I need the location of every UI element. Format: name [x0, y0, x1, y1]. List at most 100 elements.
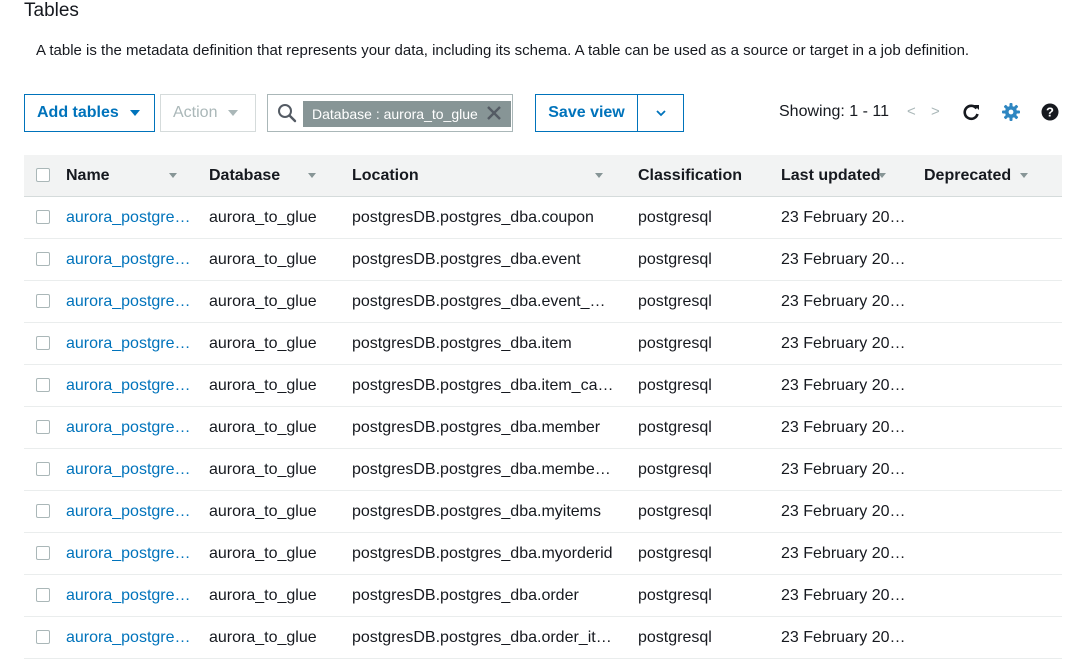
table-cell-location: postgresDB.postgres_dba.coupon: [352, 196, 638, 239]
row-checkbox[interactable]: [36, 210, 50, 225]
table-cell-location: postgresDB.postgres_dba.event: [352, 238, 638, 281]
table-cell-deprecated: [924, 448, 1062, 491]
previous-page-button[interactable]: <: [907, 103, 916, 120]
table-cell-classification: postgresql: [638, 280, 781, 323]
table-cell-classification: postgresql: [638, 322, 781, 365]
table-cell-location: postgresDB.postgres_dba.item: [352, 322, 638, 365]
add-tables-label: Add tables: [37, 104, 119, 121]
table-cell-classification: postgresql: [638, 406, 781, 449]
table-cell-deprecated: [924, 574, 1062, 617]
chevron-down-icon: [228, 110, 239, 116]
table-cell-classification: postgresql: [638, 364, 781, 407]
table-name-link[interactable]: aurora_postgre…: [66, 461, 191, 478]
table-name-link[interactable]: aurora_postgre…: [66, 545, 191, 562]
table-name-link[interactable]: aurora_postgre…: [66, 419, 191, 436]
row-checkbox[interactable]: [36, 630, 50, 645]
table-cell-location: postgresDB.postgres_dba.event_…: [352, 280, 638, 323]
tables-list: Name Database Location Classification La…: [24, 155, 1062, 659]
filter-token[interactable]: Database : aurora_to_glue: [303, 101, 511, 127]
table-cell-last-updated: 23 February 20…: [781, 616, 924, 659]
row-checkbox[interactable]: [36, 504, 50, 519]
row-checkbox[interactable]: [36, 588, 50, 603]
gear-icon[interactable]: [1001, 102, 1021, 122]
table-cell-last-updated: 23 February 20…: [781, 490, 924, 533]
save-view-button[interactable]: Save view: [535, 94, 638, 132]
help-icon[interactable]: ?: [1040, 102, 1060, 122]
table-name-link[interactable]: aurora_postgre…: [66, 293, 191, 310]
table-cell-classification: postgresql: [638, 490, 781, 533]
column-header-deprecated[interactable]: Deprecated: [924, 155, 1062, 197]
search-input[interactable]: Database : aurora_to_glue: [267, 94, 513, 132]
close-icon[interactable]: [483, 102, 505, 124]
table-cell-last-updated: 23 February 20…: [781, 532, 924, 575]
next-page-button[interactable]: >: [931, 103, 940, 120]
table-cell-database: aurora_to_glue: [209, 532, 352, 575]
table-cell-deprecated: [924, 280, 1062, 323]
table-cell-last-updated: 23 February 20…: [781, 574, 924, 617]
table-cell-last-updated: 23 February 20…: [781, 280, 924, 323]
refresh-icon[interactable]: [961, 102, 981, 122]
table-row: aurora_postgre… aurora_to_glue postgresD…: [24, 238, 1062, 281]
save-view-options-button[interactable]: [637, 94, 684, 132]
row-checkbox[interactable]: [36, 546, 50, 561]
row-checkbox[interactable]: [36, 420, 50, 435]
table-cell-last-updated: 23 February 20…: [781, 448, 924, 491]
table-cell-database: aurora_to_glue: [209, 616, 352, 659]
filter-token-label: Database : aurora_to_glue: [312, 106, 478, 122]
column-header-last-updated[interactable]: Last updated: [781, 155, 924, 197]
table-cell-database: aurora_to_glue: [209, 238, 352, 281]
table-row: aurora_postgre… aurora_to_glue postgresD…: [24, 448, 1062, 491]
table-row: aurora_postgre… aurora_to_glue postgresD…: [24, 196, 1062, 239]
table-cell-deprecated: [924, 238, 1062, 281]
action-button[interactable]: Action: [160, 94, 256, 132]
table-cell-location: postgresDB.postgres_dba.item_ca…: [352, 364, 638, 407]
column-header-database[interactable]: Database: [209, 155, 352, 197]
table-name-link[interactable]: aurora_postgre…: [66, 587, 191, 604]
table-name-link[interactable]: aurora_postgre…: [66, 335, 191, 352]
row-checkbox[interactable]: [36, 462, 50, 477]
table-cell-location: postgresDB.postgres_dba.myitems: [352, 490, 638, 533]
row-checkbox[interactable]: [36, 252, 50, 267]
chevron-down-icon: [655, 110, 666, 117]
column-header-location[interactable]: Location: [352, 155, 638, 197]
save-view-label: Save view: [548, 104, 625, 121]
table-cell-deprecated: [924, 532, 1062, 575]
table-name-link[interactable]: aurora_postgre…: [66, 251, 191, 268]
table-name-link[interactable]: aurora_postgre…: [66, 503, 191, 520]
row-checkbox[interactable]: [36, 336, 50, 351]
table-cell-location: postgresDB.postgres_dba.membe…: [352, 448, 638, 491]
chevron-down-icon: [129, 110, 140, 116]
table-row: aurora_postgre… aurora_to_glue postgresD…: [24, 490, 1062, 533]
table-name-link[interactable]: aurora_postgre…: [66, 377, 191, 394]
table-row: aurora_postgre… aurora_to_glue postgresD…: [24, 532, 1062, 575]
table-cell-database: aurora_to_glue: [209, 448, 352, 491]
table-cell-database: aurora_to_glue: [209, 364, 352, 407]
add-tables-button[interactable]: Add tables: [24, 94, 155, 132]
table-name-link[interactable]: aurora_postgre…: [66, 629, 191, 646]
page-description: A table is the metadata definition that …: [36, 42, 970, 59]
table-cell-deprecated: [924, 490, 1062, 533]
table-name-link[interactable]: aurora_postgre…: [66, 209, 191, 226]
table-cell-classification: postgresql: [638, 196, 781, 239]
table-cell-database: aurora_to_glue: [209, 574, 352, 617]
select-all-checkbox[interactable]: [36, 168, 50, 183]
table-row: aurora_postgre… aurora_to_glue postgresD…: [24, 322, 1062, 365]
table-cell-database: aurora_to_glue: [209, 196, 352, 239]
pagination-status: Showing: 1 - 11: [779, 103, 889, 120]
column-header-classification[interactable]: Classification: [638, 155, 781, 197]
page-title: Tables: [24, 0, 79, 21]
table-cell-deprecated: [924, 322, 1062, 365]
action-label: Action: [173, 104, 218, 121]
table-cell-database: aurora_to_glue: [209, 490, 352, 533]
table-row: aurora_postgre… aurora_to_glue postgresD…: [24, 574, 1062, 617]
table-cell-last-updated: 23 February 20…: [781, 238, 924, 281]
table-row: aurora_postgre… aurora_to_glue postgresD…: [24, 406, 1062, 449]
table-cell-last-updated: 23 February 20…: [781, 364, 924, 407]
row-checkbox[interactable]: [36, 294, 50, 309]
table-cell-database: aurora_to_glue: [209, 280, 352, 323]
column-header-name[interactable]: Name: [54, 155, 209, 197]
table-cell-location: postgresDB.postgres_dba.myorderid: [352, 532, 638, 575]
table-row: aurora_postgre… aurora_to_glue postgresD…: [24, 280, 1062, 323]
row-checkbox[interactable]: [36, 378, 50, 393]
table-cell-location: postgresDB.postgres_dba.member: [352, 406, 638, 449]
